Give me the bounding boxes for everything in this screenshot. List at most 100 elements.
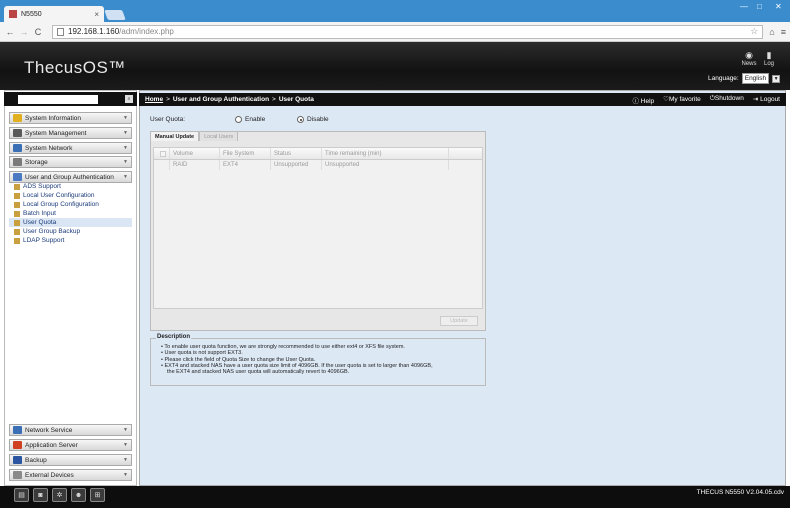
sidebar-item-system-management[interactable]: System Management ▼ — [9, 127, 132, 139]
forward-icon[interactable]: → — [18, 27, 30, 37]
sidebar-item-storage[interactable]: Storage ▼ — [9, 156, 132, 168]
column-time-remaining[interactable]: Time remaining (min) — [322, 148, 449, 159]
sidebar-item-label: External Devices — [25, 471, 74, 479]
submenu-item-user-group-backup[interactable]: User Group Backup — [9, 227, 132, 236]
sidebar-item-system-information[interactable]: System Information ▼ — [9, 112, 132, 124]
bookmark-star-icon[interactable]: ☆ — [750, 26, 758, 37]
tab-close-icon[interactable]: × — [94, 10, 99, 19]
browser-menu-icon[interactable]: ≡ — [781, 27, 786, 37]
help-button[interactable]: ⓘ Help — [632, 95, 654, 105]
page-icon — [57, 27, 64, 36]
sidebar-item-label: System Network — [25, 144, 73, 152]
submenu-item-local-group-configuration[interactable]: Local Group Configuration — [9, 200, 132, 209]
description-list: To enable user quota function, we are st… — [161, 344, 479, 375]
submenu-item-batch-input[interactable]: Batch Input — [9, 209, 132, 218]
maximize-icon[interactable]: □ — [757, 2, 762, 11]
submenu-item-label: Local Group Configuration — [23, 201, 99, 208]
column-file-system[interactable]: File System — [220, 148, 271, 159]
submenu-item-user-quota[interactable]: User Quota — [9, 218, 132, 227]
back-icon[interactable]: ← — [4, 27, 16, 37]
taskbar-user-icon[interactable]: ☻ — [71, 488, 86, 502]
logout-label: Logout — [760, 95, 780, 103]
select-all-checkbox[interactable] — [154, 148, 170, 159]
volume-grid: Volume File System Status Time remaining… — [153, 147, 483, 309]
user-quota-label: User Quota: — [150, 116, 186, 123]
favorite-button[interactable]: ♡My favorite — [663, 95, 701, 105]
chat-bubble-icon: ▮ — [766, 50, 772, 60]
breadcrumb: Home > User and Group Authentication > U… — [139, 93, 786, 106]
description-box: Description To enable user quota functio… — [150, 334, 486, 386]
help-label: Help — [640, 97, 655, 105]
update-button[interactable]: Update — [440, 316, 478, 326]
shutdown-button[interactable]: ⏻Shutdown — [710, 95, 744, 105]
favicon-icon — [9, 10, 17, 18]
tab-strip: Manual Update Local Users — [150, 131, 239, 141]
logout-button[interactable]: ⇥ Logout — [753, 95, 780, 105]
bottom-bar — [0, 486, 790, 508]
address-bar[interactable]: 192.168.1.160/adm/index.php ☆ — [52, 24, 764, 39]
cell-time-remaining: Unsupported — [322, 160, 449, 170]
table-row[interactable]: RAID EXT4 Unsupported Unsupported — [154, 160, 482, 170]
breadcrumb-section: User and Group Authentication — [172, 96, 270, 103]
sidebar-item-icon — [13, 173, 22, 181]
sidebar-item-icon — [13, 471, 22, 479]
tab-title: N5550 — [21, 10, 42, 18]
sidebar-item-label: Application Server — [25, 441, 78, 449]
user-icon — [14, 228, 20, 235]
disable-radio[interactable] — [297, 116, 304, 123]
tab-manual-update[interactable]: Manual Update — [150, 131, 200, 141]
enable-radio[interactable] — [235, 116, 242, 123]
column-status[interactable]: Status — [271, 148, 322, 159]
taskbar-network-icon[interactable]: ⊞ — [90, 488, 105, 502]
language-select[interactable]: English — [741, 73, 770, 84]
sidebar-item-icon — [13, 426, 22, 434]
tab-local-users[interactable]: Local Users — [199, 131, 239, 141]
log-label: Log — [763, 61, 774, 67]
chevron-down-icon[interactable]: ▼ — [772, 74, 781, 83]
enable-label[interactable]: Enable — [245, 116, 297, 123]
disable-label[interactable]: Disable — [307, 116, 329, 123]
column-volume[interactable]: Volume — [170, 148, 220, 159]
user-icon — [14, 201, 20, 208]
sidebar-item-label: Network Service — [25, 426, 73, 434]
breadcrumb-home[interactable]: Home — [145, 96, 163, 103]
taskbar-fan-icon[interactable]: ✲ — [52, 488, 67, 502]
user-icon — [14, 237, 20, 244]
sidebar-item-network-service[interactable]: Network Service ▼ — [9, 424, 132, 436]
extension-icon[interactable]: ⌂ — [769, 27, 774, 37]
row-spacer — [154, 160, 170, 170]
browser-tab[interactable]: N5550 × — [4, 6, 104, 22]
language-label: Language: — [708, 75, 739, 82]
user-icon — [14, 192, 20, 199]
submenu-item-ads-support[interactable]: ADS Support — [9, 182, 132, 191]
description-title: Description — [156, 334, 192, 340]
news-button[interactable]: ◉ News — [738, 50, 760, 67]
chevron-down-icon: ▼ — [123, 472, 128, 478]
sidebar-item-system-network[interactable]: System Network ▼ — [9, 142, 132, 154]
submenu-item-local-user-configuration[interactable]: Local User Configuration — [9, 191, 132, 200]
sidebar-item-label: Storage — [25, 158, 48, 166]
user-icon — [14, 183, 20, 190]
favorite-label: My favorite — [668, 95, 701, 103]
minimize-icon[interactable]: — — [740, 2, 748, 11]
address-path: /adm/index.php — [119, 27, 174, 36]
news-label: News — [741, 61, 757, 67]
sidebar-item-backup[interactable]: Backup ▼ — [9, 454, 132, 466]
sidebar-item-external-devices[interactable]: External Devices ▼ — [9, 469, 132, 481]
description-item-4-cont: the EXT4 and stacked NAS user quota will… — [167, 369, 350, 376]
log-button[interactable]: ▮ Log — [758, 50, 780, 67]
user-icon — [14, 210, 20, 217]
new-tab-button[interactable] — [104, 10, 126, 20]
submenu-item-ldap-support[interactable]: LDAP Support — [9, 236, 132, 245]
submenu-item-label: User Quota — [23, 219, 57, 226]
reload-icon[interactable]: C — [32, 27, 44, 37]
user-quota-row: User Quota: Enable Disable — [150, 116, 329, 123]
chevron-down-icon: ▼ — [123, 427, 128, 433]
close-window-icon[interactable]: ✕ — [775, 2, 782, 11]
search-icon[interactable]: ⌕ — [125, 95, 133, 103]
taskbar-camera-icon[interactable]: ◙ — [33, 488, 48, 502]
search-input[interactable] — [18, 94, 98, 104]
sidebar-item-label: System Management — [25, 129, 87, 137]
sidebar-item-application-server[interactable]: Application Server ▼ — [9, 439, 132, 451]
taskbar-list-icon[interactable]: ▤ — [14, 488, 29, 502]
